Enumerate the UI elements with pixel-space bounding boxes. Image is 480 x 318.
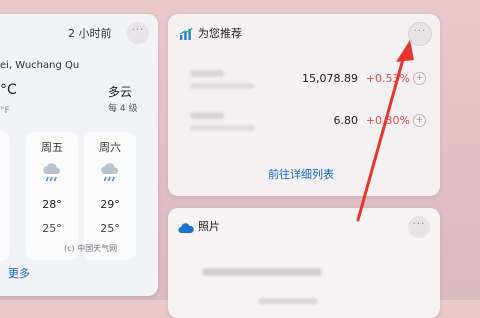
photos-title: 照片 [198, 220, 220, 233]
stock-price: 15,078.89 [302, 72, 358, 85]
recommend-detail-link[interactable]: 前往详细列表 [268, 166, 334, 182]
weather-updated-time: 2 小时前 [68, 27, 112, 40]
forecast-day-name: 周五 [41, 141, 63, 154]
weather-source: (c) 中国天气网 [64, 244, 118, 253]
forecast-low: ° [0, 222, 10, 235]
stock-change: +0.30% [365, 114, 410, 127]
stock-desc-blurred [190, 125, 254, 131]
weather-condition: 多云 [108, 85, 133, 99]
photos-text-blurred [202, 268, 322, 276]
stock-name-blurred [190, 70, 224, 77]
stock-price: 6.80 [333, 114, 359, 127]
rain-cloud-icon [41, 162, 63, 188]
stock-name-blurred [190, 112, 224, 119]
add-stock-icon[interactable]: + [413, 114, 426, 127]
forecast-high: 28° [42, 198, 62, 211]
weather-temperature-unit: °C [0, 82, 17, 98]
forecast-day[interactable]: 周五 28° 25° [26, 132, 78, 260]
onedrive-cloud-icon [178, 219, 194, 238]
weather-location: ei, Wuchang Qu [0, 60, 80, 71]
forecast-high: ° [0, 198, 10, 211]
weather-more-button[interactable]: ··· [127, 22, 149, 44]
add-stock-icon[interactable]: + [413, 72, 426, 85]
recommend-card[interactable]: 为您推荐 ··· 15,078.89 +0.53% + 6.80 +0.30% … [168, 14, 440, 196]
photos-text-blurred [258, 298, 318, 304]
weather-fahrenheit-unit: °F [0, 106, 10, 116]
rain-cloud-icon [99, 162, 121, 188]
forecast-low: 25° [100, 222, 120, 235]
stock-row[interactable]: 6.80 +0.30% + [190, 111, 430, 147]
weather-condition-detail: 每 4 级 [108, 104, 138, 114]
photos-card[interactable]: 照片 ··· [168, 208, 440, 318]
stock-row[interactable]: 15,078.89 +0.53% + [190, 69, 430, 105]
forecast-high: 29° [100, 198, 120, 211]
forecast-low: 25° [42, 222, 62, 235]
weather-card[interactable]: 2 小时前 ··· ei, Wuchang Qu °C °F 多云 每 4 级 … [0, 14, 158, 296]
stock-chart-icon [179, 26, 193, 45]
forecast-day[interactable]: 周六 29° 25° [84, 132, 136, 260]
photos-more-button[interactable]: ··· [408, 216, 430, 238]
recommend-title: 为您推荐 [198, 27, 242, 40]
stock-desc-blurred [190, 83, 254, 89]
forecast-day-name: 周六 [99, 141, 121, 154]
weather-more-link[interactable]: 更多 [8, 265, 30, 281]
stock-change: +0.53% [365, 72, 410, 85]
forecast-day[interactable]: ° ° [0, 132, 10, 260]
recommend-more-button[interactable]: ··· [408, 22, 432, 46]
